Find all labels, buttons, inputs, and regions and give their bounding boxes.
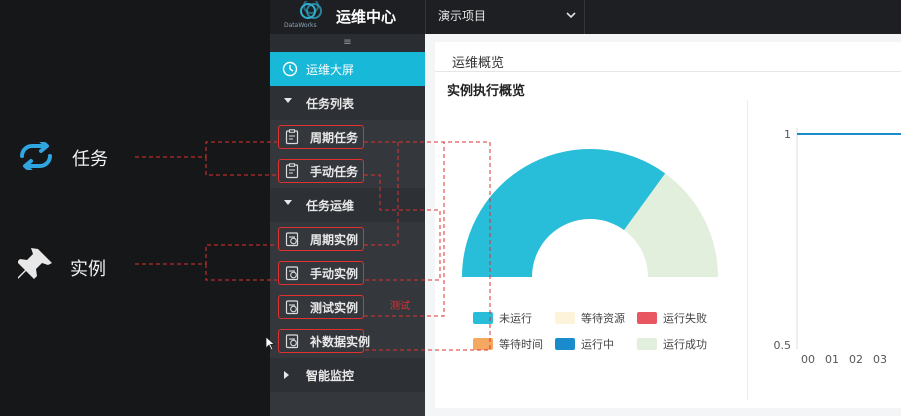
sidebar: ≡ 运维大屏 任务列表 周期任务 手动任务 任务运维 周期实例 手动实例 测试实… (270, 34, 425, 416)
logo-text: DataWorks (284, 22, 317, 29)
sidebar-item-label: 测试实例 (310, 300, 359, 315)
sidebar-item-label: 任务运维 (306, 198, 355, 213)
sidebar-item-dashboard[interactable]: 运维大屏 (270, 52, 425, 86)
instance-doc-icon (284, 231, 300, 247)
legend-item[interactable]: 运行失败 (637, 310, 707, 326)
caret-down-icon (284, 200, 292, 205)
main-content: 运维概览 实例执行概览 未运行 等待资源 运行失败等待时间 运行中 运行成功 1 0.5 0… (425, 34, 901, 416)
legend-swatch (473, 312, 493, 324)
legend-label: 等待时间 (499, 338, 543, 351)
sidebar-item-label: 智能监控 (306, 368, 355, 383)
legend-swatch (637, 338, 657, 350)
sidebar-item-label: 周期任务 (310, 130, 359, 145)
top-bar: DataWorks 运维中心 演示项目 (270, 0, 901, 34)
donut-slice (462, 149, 666, 277)
instance-status-donut-chart (462, 149, 718, 277)
sidebar-item-label: 手动任务 (310, 164, 359, 179)
instance-legend-label: 实例 (70, 259, 106, 280)
instance-trend-line-chart: 1 0.5 00 01 02 03 (774, 128, 901, 366)
legend-label: 运行失败 (663, 312, 707, 325)
sidebar-group-smart-monitor[interactable]: 智能监控 (270, 358, 425, 392)
sidebar-item-manual-instance[interactable]: 手动实例 (270, 256, 425, 290)
chevron-down-icon (564, 7, 578, 26)
overview-panel: 运维概览 实例执行概览 未运行 等待资源 运行失败等待时间 运行中 运行成功 1 0.5 0… (435, 42, 901, 408)
sidebar-item-label: 周期实例 (310, 232, 359, 247)
x-tick-label: 00 (801, 353, 815, 366)
mouse-cursor-icon (265, 336, 277, 356)
legend-label: 运行中 (581, 338, 614, 351)
sidebar-item-backfill-instance[interactable]: 补数据实例 (270, 324, 425, 358)
legend-item[interactable]: 等待资源 (555, 310, 625, 326)
instance-doc-icon (284, 299, 300, 315)
sidebar-group-task-ops[interactable]: 任务运维 (270, 188, 425, 222)
sidebar-item-cycle-instance[interactable]: 周期实例 (270, 222, 425, 256)
project-selector[interactable]: 演示项目 (425, 0, 585, 34)
legend-label: 未运行 (499, 312, 532, 325)
section-title: 实例执行概览 (447, 84, 526, 99)
project-name: 演示项目 (438, 9, 487, 23)
refresh-icon (16, 139, 56, 174)
task-doc-icon (284, 129, 300, 145)
breadcrumb: 运维概览 (452, 56, 505, 71)
task-legend: 任务 (16, 139, 108, 174)
sidebar-item-label: 补数据实例 (310, 334, 371, 349)
x-tick-label: 01 (825, 353, 839, 366)
y-tick-label: 0.5 (774, 339, 792, 352)
divider (435, 71, 901, 72)
legend-swatch (555, 312, 575, 324)
sidebar-item-manual-task[interactable]: 手动任务 (270, 154, 425, 188)
legend-label: 运行成功 (663, 338, 707, 351)
x-tick-label: 03 (873, 353, 887, 366)
y-tick-label: 1 (784, 128, 791, 141)
ops-center-app: DataWorks 运维中心 演示项目 ≡ 运维大屏 任务列表 周期任务 手动任… (270, 0, 901, 416)
legend-swatch (555, 338, 575, 350)
clock-icon (282, 61, 298, 77)
task-legend-label: 任务 (72, 149, 108, 170)
x-tick-label: 02 (849, 353, 863, 366)
menu-collapse-icon[interactable]: ≡ (270, 34, 425, 52)
app-title: 运维中心 (336, 8, 397, 26)
annotation-note: 测试 (390, 301, 410, 312)
legend-swatch (473, 338, 493, 350)
instance-doc-icon (284, 333, 300, 349)
caret-right-icon (284, 371, 289, 379)
task-doc-icon (284, 163, 300, 179)
sidebar-item-label: 手动实例 (310, 266, 359, 281)
legend-item[interactable]: 运行中 (555, 336, 614, 352)
instance-legend: 实例 (15, 247, 106, 289)
legend-swatch (637, 312, 657, 324)
pin-icon (15, 247, 54, 289)
legend-label: 等待资源 (581, 312, 625, 325)
caret-down-icon (284, 98, 292, 103)
sidebar-item-label: 任务列表 (306, 96, 355, 111)
legend-item[interactable]: 运行成功 (637, 336, 707, 352)
legend-item[interactable]: 未运行 (473, 310, 532, 326)
instance-doc-icon (284, 265, 300, 281)
sidebar-item-label: 运维大屏 (306, 62, 355, 77)
sidebar-group-task-list[interactable]: 任务列表 (270, 86, 425, 120)
legend-item[interactable]: 等待时间 (473, 336, 543, 352)
sidebar-item-cycle-task[interactable]: 周期任务 (270, 120, 425, 154)
